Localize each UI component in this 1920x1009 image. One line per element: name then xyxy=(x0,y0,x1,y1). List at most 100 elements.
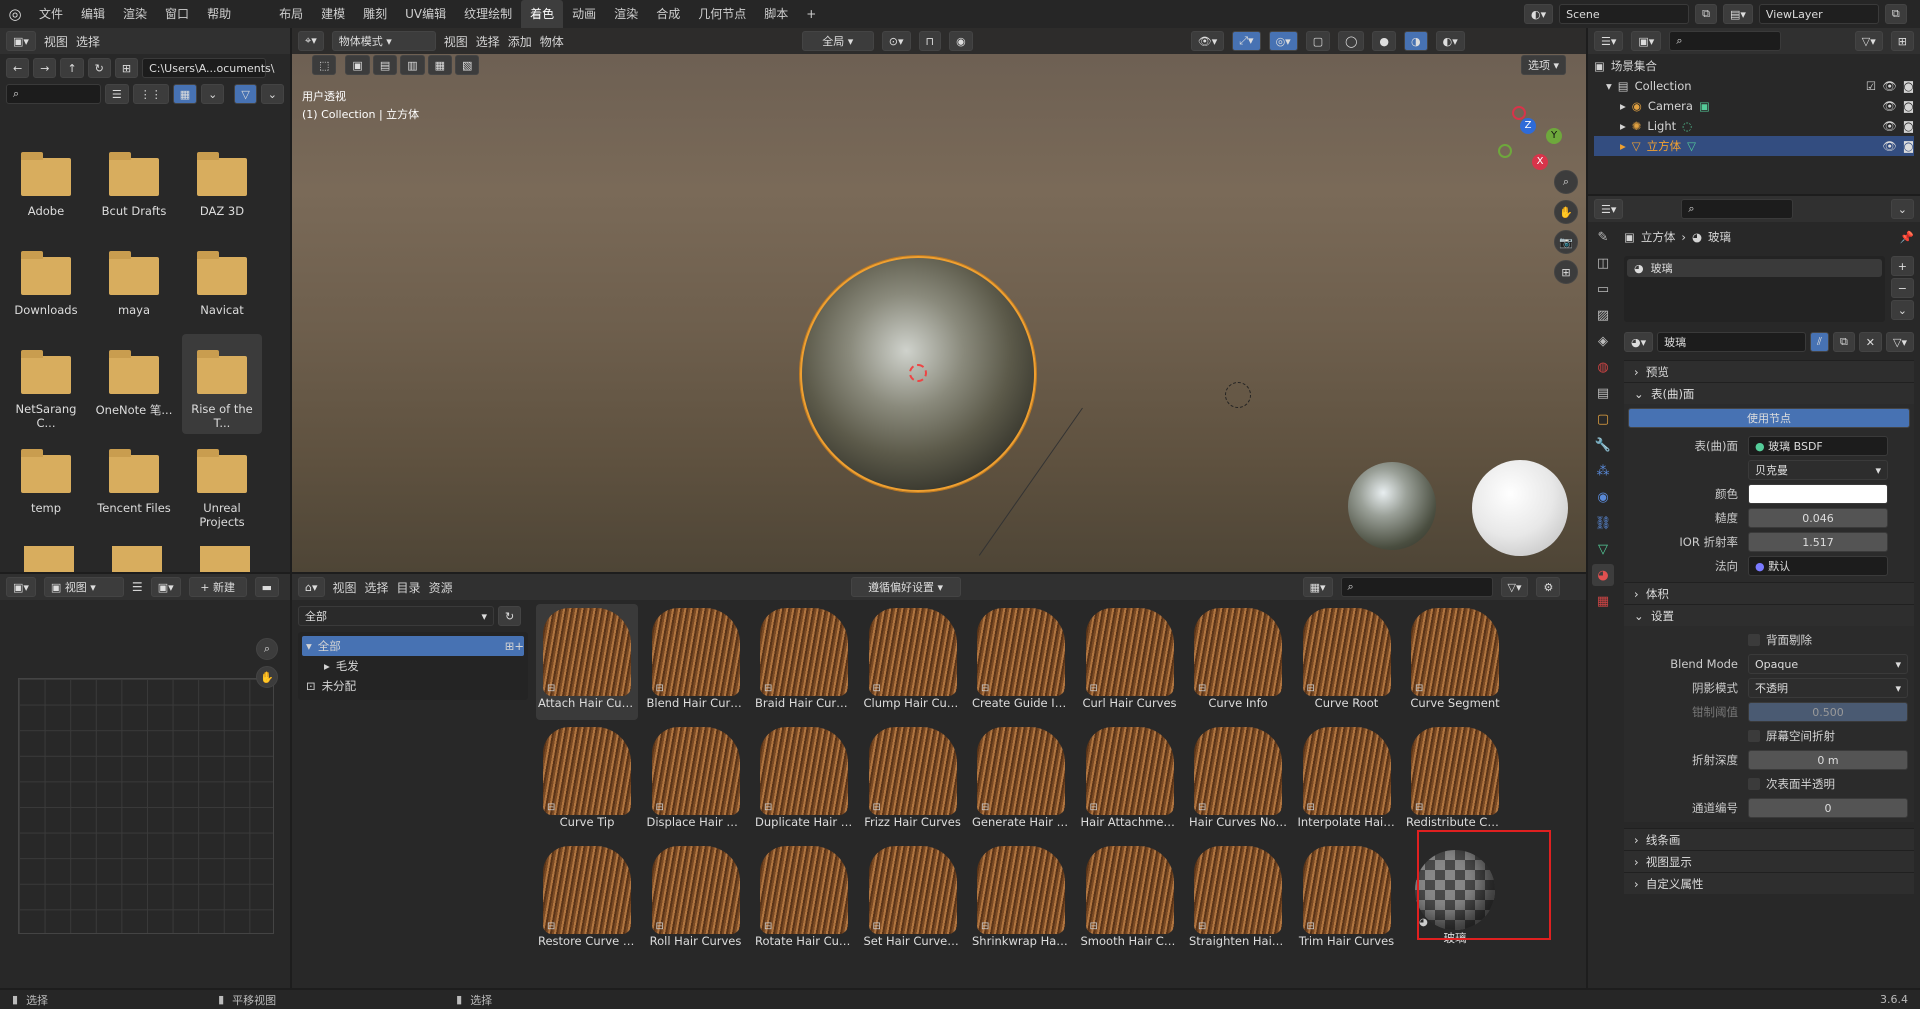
options-dropdown[interactable]: 选项 ▾ xyxy=(1520,55,1566,75)
asset-item[interactable]: ⊟ Trim Hair Curves xyxy=(1296,842,1398,958)
forward-arrow-icon[interactable]: → xyxy=(33,58,57,78)
blend-mode-dropdown[interactable]: Opaque ▾ xyxy=(1748,654,1908,674)
tab-rendering[interactable]: 渲染 xyxy=(605,0,647,28)
particles-tab-icon[interactable]: ⁂ xyxy=(1592,460,1614,482)
texture-tab-icon[interactable]: ▦ xyxy=(1592,590,1614,612)
editor-type-icon[interactable]: ☰▾ xyxy=(1594,199,1624,219)
asset-item[interactable]: ⊟ Redistribute Curv... xyxy=(1404,723,1506,839)
add-workspace-button[interactable]: + xyxy=(797,0,825,28)
snap-icon[interactable]: ⊓ xyxy=(918,31,942,51)
fake-user-icon[interactable]: ⫽ xyxy=(1810,332,1829,352)
section-preview[interactable]: › 预览 xyxy=(1624,360,1914,382)
fb-view-menu[interactable]: 视图 xyxy=(44,33,68,50)
asset-item[interactable]: ⊟ Roll Hair Curves xyxy=(645,842,747,958)
menu-file[interactable]: 文件 xyxy=(30,0,72,28)
output-tab-icon[interactable]: ▭ xyxy=(1592,278,1614,300)
checkbox-icon[interactable]: ☑ xyxy=(1866,79,1876,93)
refresh-icon[interactable]: ↻ xyxy=(87,58,111,78)
axis-z-icon[interactable]: Z xyxy=(1520,118,1536,134)
camera-render-icon[interactable]: ◙ xyxy=(1903,119,1914,133)
refresh-icon[interactable]: ↻ xyxy=(498,606,522,626)
new-image-button[interactable]: + 新建 xyxy=(188,577,247,597)
asset-item[interactable]: ⊟ Braid Hair Curves xyxy=(753,604,855,720)
section-surface[interactable]: ⌄ 表(曲)面 xyxy=(1624,382,1914,404)
scene-tab-icon[interactable]: ◈ xyxy=(1592,330,1614,352)
object-tab-icon[interactable]: ▢ xyxy=(1592,408,1614,430)
settings-gear-icon[interactable]: ⚙ xyxy=(1536,577,1561,597)
asset-item[interactable]: ⊟ Displace Hair Cur... xyxy=(645,723,747,839)
ior-field[interactable]: 1.517 xyxy=(1748,532,1888,552)
vp-select-menu[interactable]: 选择 xyxy=(476,33,500,50)
list-vertical-icon[interactable]: ☰ xyxy=(104,84,129,104)
filter-icon[interactable]: ▽ xyxy=(234,84,257,104)
catalog-item-all[interactable]: ▾ 全部 ⊞+ xyxy=(302,636,524,656)
asset-item[interactable]: ⊟ Straighten Hair C... xyxy=(1187,842,1289,958)
transform-orientation-dropdown[interactable]: 全局 ▾ xyxy=(801,31,874,51)
image-browse-icon[interactable]: ▣▾ xyxy=(150,577,181,597)
ab-select-menu[interactable]: 选择 xyxy=(365,579,389,596)
catalog-item-unassigned[interactable]: ⊡ 未分配 xyxy=(302,676,524,696)
asset-item[interactable]: ⊟ Frizz Hair Curves xyxy=(862,723,964,839)
display-mode-icon[interactable]: ▦▾ xyxy=(1302,577,1333,597)
filter-icon[interactable]: ▽▾ xyxy=(1886,332,1914,352)
asset-item[interactable]: ⊟ Curve Segment xyxy=(1404,604,1506,720)
unlink-material-icon[interactable]: ✕ xyxy=(1858,332,1883,352)
physics-tab-icon[interactable]: ◉ xyxy=(1592,486,1614,508)
editor-type-icon[interactable]: ▣▾ xyxy=(6,31,36,51)
options-chevron-icon[interactable]: ⌄ xyxy=(1890,199,1914,219)
properties-search-input[interactable]: ⌕ xyxy=(1681,199,1794,219)
uv-grid[interactable] xyxy=(18,678,274,934)
camera-render-icon[interactable]: ◙ xyxy=(1903,79,1914,93)
perspective-grid-icon[interactable]: ⊞ xyxy=(1554,260,1578,284)
asset-item[interactable]: ⊟ Hair Curves Noise xyxy=(1187,723,1289,839)
viewport-3d[interactable]: ⌖▾ 物体模式 ▾ 视图 选择 添加 物体 全局 ▾ ⊙▾ ⊓ ◉ 👁▾ ⤢▾ … xyxy=(292,28,1586,572)
vp-add-menu[interactable]: 添加 xyxy=(508,33,532,50)
folder-item[interactable]: Tencent Files xyxy=(94,433,174,533)
modifier-tab-icon[interactable]: 🔧 xyxy=(1592,434,1614,456)
pass-index-field[interactable]: 0 xyxy=(1748,798,1908,818)
shading-wireframe-icon[interactable]: ◯ xyxy=(1338,31,1365,51)
path-field[interactable]: C:\Users\A...ocuments\ xyxy=(142,58,274,78)
mode-dropdown[interactable]: 物体模式 ▾ xyxy=(331,31,436,51)
select-mode-new-icon[interactable]: ▣ xyxy=(345,55,370,75)
asset-item[interactable]: ⊟ Blend Hair Curves xyxy=(645,604,747,720)
eye-icon[interactable]: 👁 xyxy=(1882,119,1897,133)
asset-item[interactable]: ⊟ Hair Attachment I... xyxy=(1079,723,1181,839)
menu-help[interactable]: 帮助 xyxy=(198,0,240,28)
eye-icon[interactable]: 👁 xyxy=(1882,139,1897,153)
menu-render[interactable]: 渲染 xyxy=(114,0,156,28)
camera-render-icon[interactable]: ◙ xyxy=(1903,139,1914,153)
asset-item[interactable]: ◕ 玻璃 xyxy=(1404,842,1506,958)
use-nodes-button[interactable]: 使用节点 xyxy=(1628,408,1910,428)
clip-threshold-slider[interactable]: 0.500 xyxy=(1748,702,1908,722)
tab-compositing[interactable]: 合成 xyxy=(647,0,689,28)
editor-type-icon[interactable]: ☰▾ xyxy=(1594,31,1624,51)
material-tab-icon[interactable]: ◕ xyxy=(1592,564,1614,586)
axis-x-icon[interactable]: X xyxy=(1532,154,1548,170)
select-mode-intersect-icon[interactable]: ▧ xyxy=(455,55,480,75)
asset-item[interactable]: ⊟ Interpolate Hair C... xyxy=(1296,723,1398,839)
color-swatch[interactable] xyxy=(1748,484,1888,504)
view-layer-tab-icon[interactable]: ▨ xyxy=(1592,304,1614,326)
ab-catalog-menu[interactable]: 目录 xyxy=(397,579,421,596)
folder-item[interactable]: OneNote 笔... xyxy=(94,334,174,434)
asset-item[interactable]: ⊟ Duplicate Hair Cu... xyxy=(753,723,855,839)
ie-view-dropdown[interactable]: ▣ 视图 ▾ xyxy=(43,577,124,597)
collection-tab-icon[interactable]: ▤ xyxy=(1592,382,1614,404)
tab-shading[interactable]: 着色 xyxy=(521,0,564,28)
asset-item[interactable]: ⊟ Curve Info xyxy=(1187,604,1289,720)
editor-type-icon[interactable]: ▣▾ xyxy=(6,577,36,597)
constraints-tab-icon[interactable]: ⛓ xyxy=(1592,512,1614,534)
pan-hand-icon[interactable]: ✋ xyxy=(1554,200,1578,224)
outliner-item-camera[interactable]: ▸ ◉ Camera ▣ 👁 ◙ xyxy=(1594,96,1914,116)
gizmo-toggle-icon[interactable]: ⤢▾ xyxy=(1232,31,1261,51)
file-search-input[interactable]: ⌕ xyxy=(6,84,101,104)
asset-search-input[interactable]: ⌕ xyxy=(1340,577,1493,597)
add-catalog-icon[interactable]: ⊞+ xyxy=(505,639,524,653)
normal-field[interactable]: ● 默认 xyxy=(1748,556,1888,576)
tab-sculpt[interactable]: 雕刻 xyxy=(354,0,396,28)
list-horizontal-icon[interactable]: ⋮⋮ xyxy=(132,84,169,104)
select-mode-subtract-icon[interactable]: ▥ xyxy=(400,55,425,75)
slot-chevron-icon[interactable]: ⌄ xyxy=(1890,300,1914,320)
material-slot-item[interactable]: ◕ 玻璃 xyxy=(1627,259,1882,277)
